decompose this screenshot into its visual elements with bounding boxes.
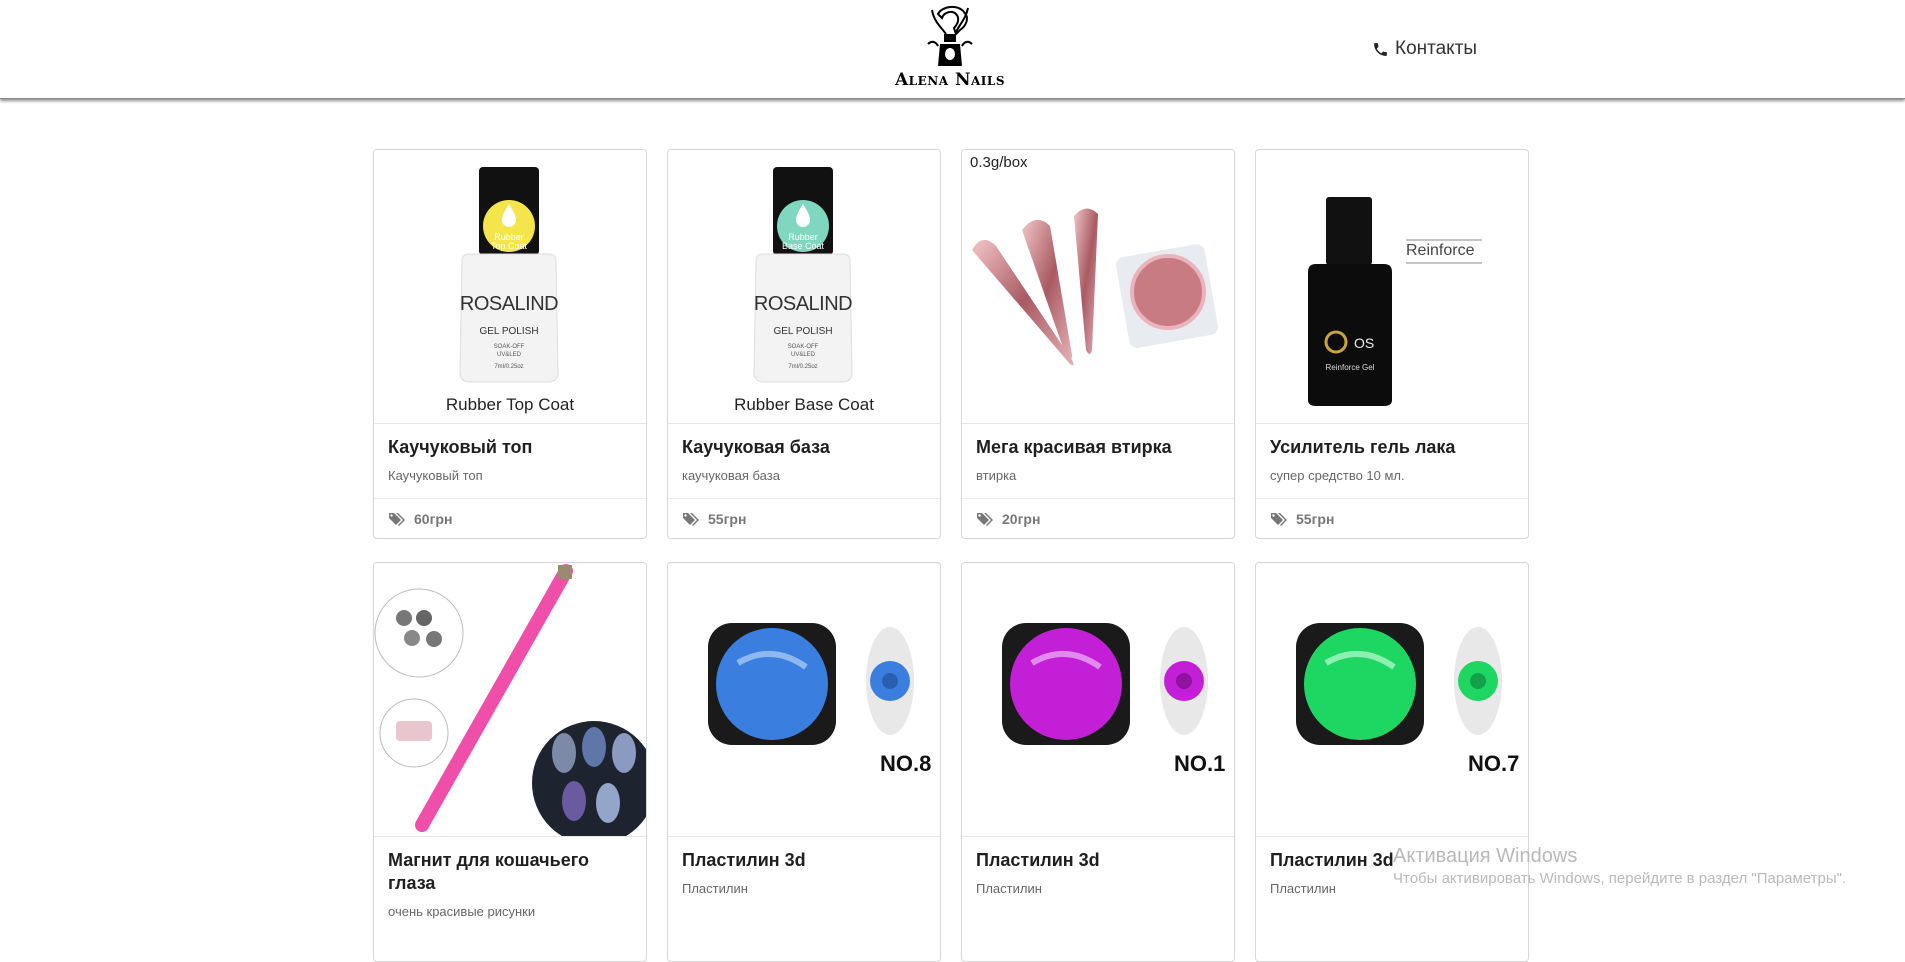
product-card[interactable]: NO.7 Пластилин 3d Пластилин bbox=[1255, 562, 1529, 962]
product-card[interactable]: OS Reinforce Gel Reinforce Усилитель гел… bbox=[1255, 149, 1529, 539]
phone-icon bbox=[1374, 42, 1387, 56]
price-value: 55грн bbox=[1296, 510, 1335, 527]
product-description: каучуковая база bbox=[682, 468, 780, 483]
site-header: Alena Nails Контакты bbox=[0, 0, 1905, 99]
product-image[interactable]: Rubber Base Coat ROSALIND GEL POLISH SOA… bbox=[668, 150, 940, 424]
product-image[interactable]: NO.8 bbox=[668, 563, 940, 837]
product-description: очень красивые рисунки bbox=[388, 904, 536, 919]
image-caption: Rubber Base Coat bbox=[734, 395, 874, 414]
product-title[interactable]: Пластилин 3d bbox=[682, 849, 926, 872]
watermark-title: Активация Windows bbox=[1393, 845, 1578, 867]
svg-text:Base Coat: Base Coat bbox=[782, 241, 825, 251]
image-caption: NO.7 bbox=[1468, 751, 1520, 776]
gel-bottle-image: Rubber Top Coat ROSALIND GEL POLISH SOAK… bbox=[459, 167, 559, 383]
price-value: 60грн bbox=[414, 510, 453, 527]
product-title[interactable]: Усилитель гель лака bbox=[1270, 436, 1514, 459]
product-title[interactable]: Каучуковый топ bbox=[388, 436, 632, 459]
price-value: 20грн bbox=[1002, 510, 1041, 527]
product-price: 55грн bbox=[1256, 498, 1528, 538]
image-caption: NO.8 bbox=[880, 751, 932, 776]
svg-text:GEL POLISH: GEL POLISH bbox=[773, 326, 832, 337]
product-title[interactable]: Пластилин 3d bbox=[976, 849, 1220, 872]
product-image[interactable]: NO.7 bbox=[1256, 563, 1528, 837]
svg-text:SOAK-OFF: SOAK-OFF bbox=[788, 344, 819, 350]
price-value: 55грн bbox=[708, 510, 747, 527]
svg-text:OS: OS bbox=[1354, 335, 1374, 351]
svg-text:Top Coat: Top Coat bbox=[491, 241, 528, 251]
chrome-powder-nails-image bbox=[972, 208, 1219, 366]
svg-text:UV&LED: UV&LED bbox=[791, 352, 816, 358]
product-description: Пластилин bbox=[976, 881, 1042, 896]
contacts-link[interactable]: Контакты bbox=[1372, 38, 1477, 60]
product-description: Каучуковый топ bbox=[388, 468, 483, 483]
svg-text:ROSALIND: ROSALIND bbox=[460, 293, 558, 315]
product-card[interactable]: Магнит для кошачьего глаза очень красивы… bbox=[373, 562, 647, 962]
windows-activation-watermark: Активация Windows Чтобы активировать Win… bbox=[1393, 843, 1846, 889]
product-price: 60грн bbox=[374, 498, 646, 538]
svg-text:7ml/0.25oz: 7ml/0.25oz bbox=[494, 364, 523, 370]
product-image[interactable]: 0.3g/box bbox=[962, 150, 1234, 424]
contacts-label: Контакты bbox=[1395, 38, 1478, 59]
product-price: 55грн bbox=[668, 498, 940, 538]
product-card[interactable]: Rubber Top Coat ROSALIND GEL POLISH SOAK… bbox=[373, 149, 647, 539]
price-tags-icon bbox=[683, 512, 699, 526]
watermark-subtitle: Чтобы активировать Windows, перейдите в … bbox=[1393, 870, 1847, 887]
price-tags-icon bbox=[389, 512, 405, 526]
product-title[interactable]: Каучуковая база bbox=[682, 436, 926, 459]
image-caption: Reinforce bbox=[1406, 242, 1475, 259]
svg-text:ROSALIND: ROSALIND bbox=[754, 293, 852, 315]
price-tags-icon bbox=[977, 512, 993, 526]
plasticine-jar-image bbox=[708, 623, 914, 745]
image-caption: Rubber Top Coat bbox=[445, 395, 575, 414]
product-image[interactable]: OS Reinforce Gel Reinforce bbox=[1256, 150, 1528, 424]
price-tags-icon bbox=[1271, 512, 1287, 526]
product-image[interactable]: Rubber Top Coat ROSALIND GEL POLISH SOAK… bbox=[374, 150, 646, 424]
plasticine-jar-image bbox=[1002, 623, 1208, 745]
product-price: 20грн bbox=[962, 498, 1234, 538]
product-image[interactable] bbox=[374, 563, 646, 837]
nail-polish-logo-icon bbox=[927, 6, 973, 66]
reinforce-gel-bottle-image: OS Reinforce Gel bbox=[1308, 197, 1482, 406]
product-card[interactable]: NO.1 Пластилин 3d Пластилин bbox=[961, 562, 1235, 962]
gel-bottle-image: Rubber Base Coat ROSALIND GEL POLISH SOA… bbox=[753, 167, 853, 383]
svg-text:UV&LED: UV&LED bbox=[497, 352, 522, 358]
product-card[interactable]: 0.3g/box Мега красивая втирка втирка 20г… bbox=[961, 149, 1235, 539]
product-card[interactable]: Rubber Base Coat ROSALIND GEL POLISH SOA… bbox=[667, 149, 941, 539]
svg-text:Reinforce Gel: Reinforce Gel bbox=[1326, 363, 1375, 372]
product-description: Пластилин bbox=[682, 881, 748, 896]
svg-text:SOAK-OFF: SOAK-OFF bbox=[494, 344, 525, 350]
logo-text: Alena Nails bbox=[894, 70, 1006, 90]
image-caption: 0.3g/box bbox=[970, 154, 1028, 171]
magnet-stick-image bbox=[374, 564, 646, 836]
site-logo[interactable]: Alena Nails bbox=[890, 4, 1010, 96]
svg-text:GEL POLISH: GEL POLISH bbox=[479, 326, 538, 337]
svg-text:7ml/0.25oz: 7ml/0.25oz bbox=[788, 364, 817, 370]
image-caption: NO.1 bbox=[1174, 751, 1226, 776]
product-card[interactable]: NO.8 Пластилин 3d Пластилин bbox=[667, 562, 941, 962]
product-image[interactable]: NO.1 bbox=[962, 563, 1234, 837]
product-title[interactable]: Магнит для кошачьего глаза bbox=[388, 849, 632, 895]
product-description: втирка bbox=[976, 468, 1017, 483]
product-title[interactable]: Мега красивая втирка bbox=[976, 436, 1220, 459]
plasticine-jar-image bbox=[1296, 623, 1502, 745]
product-description: супер средство 10 мл. bbox=[1270, 468, 1405, 483]
